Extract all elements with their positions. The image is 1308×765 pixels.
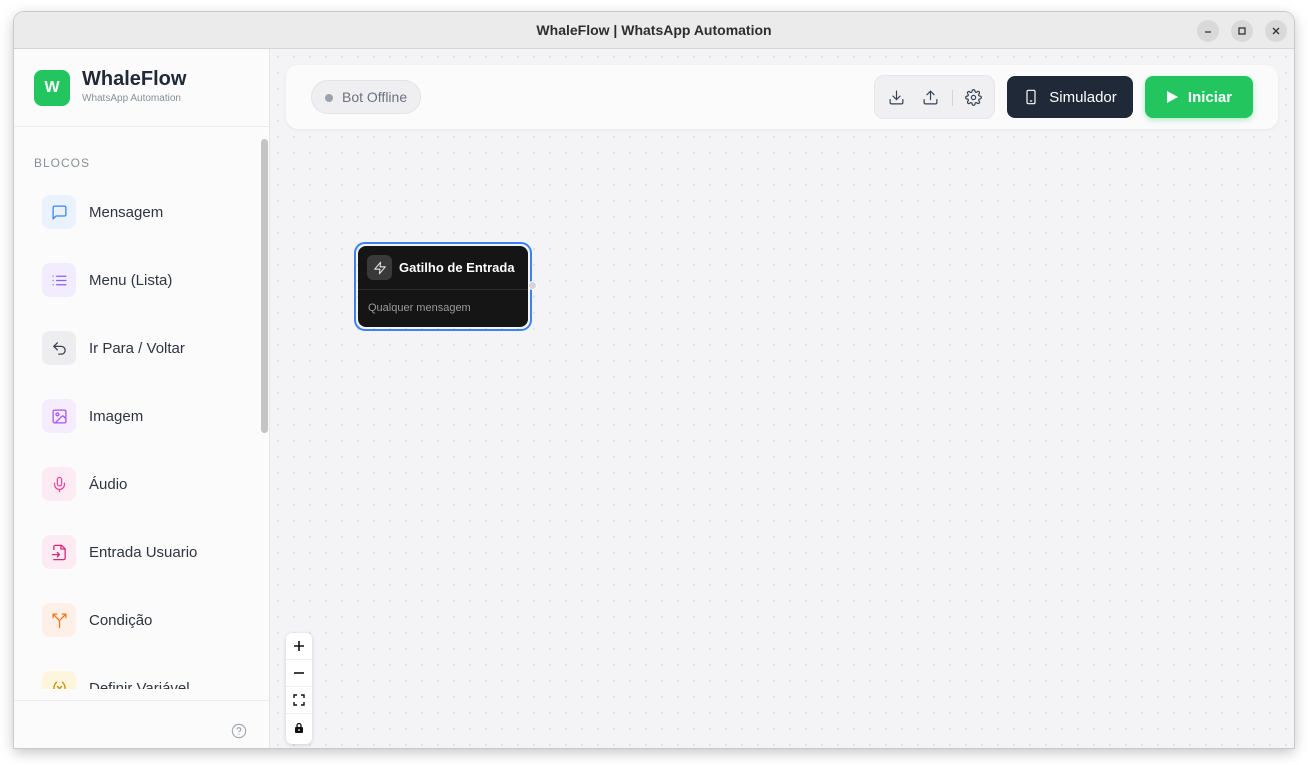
maximize-icon	[1238, 27, 1246, 35]
simulator-button[interactable]: Simulador	[1007, 76, 1133, 118]
block-label: Entrada Usuario	[89, 543, 198, 561]
node-title: Gatilho de Entrada	[399, 260, 515, 275]
lock-icon	[295, 722, 303, 733]
maximize-button[interactable]	[1231, 20, 1253, 42]
help-icon[interactable]	[231, 723, 247, 739]
block-item-condicao[interactable]: Condição	[42, 603, 152, 637]
list-icon	[42, 263, 76, 297]
status-dot	[325, 94, 333, 102]
plus-icon	[294, 641, 304, 651]
play-icon	[1166, 91, 1178, 103]
image-icon	[42, 399, 76, 433]
flow-canvas[interactable]: Bot Offline Simulador Iniciar Gatilho de…	[270, 49, 1294, 748]
start-label: Iniciar	[1187, 88, 1233, 106]
block-item-definir-variavel[interactable]: Definir Variável	[42, 671, 190, 689]
sidebar-footer	[14, 700, 269, 748]
block-label: Condição	[89, 611, 153, 629]
undo-arrow-icon	[42, 331, 76, 365]
blocks-section-label: BLOCOS	[34, 156, 91, 170]
message-square-icon	[42, 195, 76, 229]
block-item-entrada-usuario[interactable]: Entrada Usuario	[42, 535, 197, 569]
close-button[interactable]	[1265, 20, 1287, 42]
node-divider	[358, 289, 528, 290]
block-item-ir-para-voltar[interactable]: Ir Para / Voltar	[42, 331, 185, 365]
gear-icon	[964, 88, 982, 106]
block-label: Definir Variável	[89, 679, 190, 690]
file-input-icon	[42, 535, 76, 569]
block-item-menu-lista[interactable]: Menu (Lista)	[42, 263, 172, 297]
block-item-audio[interactable]: Áudio	[42, 467, 127, 501]
app-window: WhaleFlow | WhatsApp Automation W WhaleF…	[14, 12, 1294, 748]
node-body: Gatilho de Entrada Qualquer mensagem	[358, 246, 528, 327]
block-item-mensagem[interactable]: Mensagem	[42, 195, 163, 229]
variable-icon	[42, 671, 76, 689]
minimize-button[interactable]	[1197, 20, 1219, 42]
fit-view-button[interactable]	[286, 687, 312, 714]
sidebar: W WhaleFlow WhatsApp Automation BLOCOS M…	[14, 49, 270, 748]
zoom-out-button[interactable]	[286, 660, 312, 687]
block-label: Mensagem	[89, 203, 164, 221]
node-output-handle[interactable]	[528, 281, 537, 290]
brand-header: W WhaleFlow WhatsApp Automation	[14, 49, 269, 127]
close-icon	[1272, 27, 1280, 35]
app-logo: W	[34, 70, 70, 106]
zap-icon	[367, 255, 392, 280]
flow-node-trigger[interactable]: Gatilho de Entrada Qualquer mensagem	[354, 242, 532, 331]
minimize-icon	[1205, 31, 1211, 33]
microphone-icon	[42, 467, 76, 501]
top-toolbar: Bot Offline Simulador Iniciar	[286, 65, 1278, 129]
brand-subtitle: WhatsApp Automation	[82, 93, 181, 104]
download-button[interactable]	[880, 81, 912, 113]
window-title: WhaleFlow | WhatsApp Automation	[536, 22, 772, 38]
zoom-in-button[interactable]	[286, 633, 312, 660]
start-button[interactable]: Iniciar	[1145, 76, 1253, 118]
block-item-imagem[interactable]: Imagem	[42, 399, 143, 433]
minus-icon	[294, 672, 304, 674]
lock-button[interactable]	[286, 714, 312, 741]
fit-view-icon	[293, 694, 305, 706]
icon-button-group	[874, 75, 995, 119]
node-subtitle: Qualquer mensagem	[368, 302, 471, 314]
upload-icon	[923, 90, 937, 104]
bot-status-label: Bot Offline	[342, 89, 408, 105]
block-label: Menu (Lista)	[89, 271, 173, 289]
title-bar: WhaleFlow | WhatsApp Automation	[14, 12, 1294, 49]
sidebar-scrollbar[interactable]	[261, 139, 268, 433]
settings-button[interactable]	[957, 81, 989, 113]
smartphone-icon	[1026, 89, 1036, 105]
block-label: Ir Para / Voltar	[89, 339, 185, 357]
download-icon	[889, 90, 903, 104]
block-label: Imagem	[89, 407, 144, 425]
toolbar-divider	[952, 90, 953, 106]
block-label: Áudio	[89, 475, 128, 493]
blocks-list: Mensagem Menu (Lista) Ir Para / Voltar I…	[14, 169, 260, 689]
brand-name: WhaleFlow	[82, 68, 187, 90]
upload-button[interactable]	[914, 81, 946, 113]
simulator-label: Simulador	[1049, 88, 1117, 106]
split-icon	[42, 603, 76, 637]
zoom-controls	[286, 633, 312, 744]
bot-status-badge: Bot Offline	[311, 80, 422, 114]
